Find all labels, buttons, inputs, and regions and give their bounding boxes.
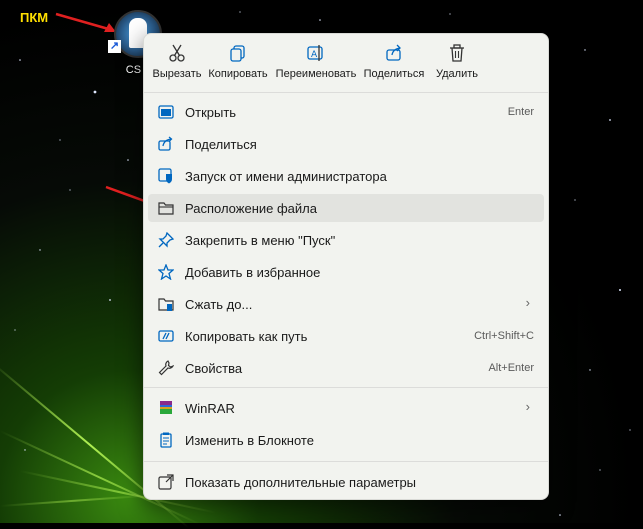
- menu-item-label: Добавить в избранное: [185, 265, 321, 280]
- menu-item-show-more-options[interactable]: Показать дополнительные параметры: [148, 468, 544, 496]
- trash-icon: [450, 44, 464, 62]
- divider: [144, 387, 548, 388]
- notepad-icon: [160, 432, 172, 448]
- rename-button[interactable]: A Переименовать: [272, 42, 360, 86]
- copy-label: Копировать: [208, 68, 268, 80]
- star-icon: [158, 264, 174, 280]
- menu-item-label: Поделиться: [185, 137, 257, 152]
- shield-icon: [158, 168, 172, 184]
- copy-button[interactable]: Копировать: [206, 42, 270, 86]
- window-icon: [158, 105, 174, 119]
- menu-item-label: Сжать до...: [185, 297, 253, 312]
- menu-item-shortcut: Alt+Enter: [488, 362, 534, 374]
- menu-item-label: WinRAR: [185, 401, 235, 416]
- winrar-icon: [160, 401, 172, 414]
- path-icon: [158, 330, 174, 342]
- scissors-icon: [169, 44, 185, 62]
- menu-item-copy-as-path[interactable]: Копировать как путь Ctrl+Shift+C: [148, 322, 544, 350]
- cut-button[interactable]: Вырезать: [148, 42, 206, 86]
- rename-label: Переименовать: [275, 68, 357, 80]
- menu-item-label: Копировать как путь: [185, 329, 308, 344]
- divider: [144, 92, 548, 93]
- share-icon: [158, 136, 173, 151]
- menu-item-add-to-favorites[interactable]: Добавить в избранное: [148, 258, 544, 286]
- menu-item-pin-to-start[interactable]: Закрепить в меню "Пуск": [148, 226, 544, 254]
- rename-icon: A: [307, 45, 323, 61]
- menu-item-label: Показать дополнительные параметры: [185, 475, 417, 490]
- delete-label: Удалить: [436, 68, 478, 80]
- annotation-label: ПКМ: [20, 10, 49, 25]
- cut-label: Вырезать: [152, 68, 202, 80]
- copy-icon: [230, 45, 245, 62]
- more-options-icon: [158, 474, 174, 490]
- divider: [144, 461, 548, 462]
- menu-item-open[interactable]: Открыть Enter: [148, 98, 544, 126]
- menu-item-compress[interactable]: Сжать до... ›: [148, 290, 544, 318]
- chevron-right-icon: ›: [525, 399, 530, 414]
- svg-text:A: A: [311, 50, 318, 60]
- menu-item-shortcut: Enter: [507, 106, 534, 118]
- menu-item-shortcut: Ctrl+Shift+C: [474, 330, 534, 342]
- wrench-icon: [158, 360, 174, 376]
- menu-item-label: Закрепить в меню "Пуск": [185, 233, 336, 248]
- menu-item-properties[interactable]: Свойства Alt+Enter: [148, 354, 544, 382]
- folder-icon: [158, 202, 174, 215]
- menu-item-run-as-admin[interactable]: Запуск от имени администратора: [148, 162, 544, 190]
- menu-item-winrar[interactable]: WinRAR ›: [148, 394, 544, 422]
- menu-item-file-location[interactable]: Расположение файла: [148, 194, 544, 222]
- menu-item-edit-in-notepad[interactable]: Изменить в Блокноте: [148, 426, 544, 454]
- context-menu-toolbar: Вырезать Копировать A Переименовать Поде…: [144, 34, 548, 92]
- delete-button[interactable]: Удалить: [428, 42, 486, 86]
- menu-item-label: Изменить в Блокноте: [185, 433, 314, 448]
- chevron-right-icon: ›: [525, 295, 530, 310]
- shortcut-arrow-icon: ↗: [108, 40, 121, 53]
- menu-item-label: Свойства: [185, 361, 243, 376]
- share-label: Поделиться: [363, 68, 425, 80]
- menu-item-label: Запуск от имени администратора: [185, 169, 387, 184]
- menu-item-label: Открыть: [185, 105, 237, 120]
- pin-icon: [158, 232, 174, 248]
- share-icon: [386, 44, 401, 61]
- share-button[interactable]: Поделиться: [362, 42, 426, 86]
- zip-folder-icon: [158, 298, 174, 311]
- menu-item-share[interactable]: Поделиться: [148, 130, 544, 158]
- menu-item-label: Расположение файла: [185, 201, 317, 216]
- context-menu: Вырезать Копировать A Переименовать Поде…: [143, 33, 549, 500]
